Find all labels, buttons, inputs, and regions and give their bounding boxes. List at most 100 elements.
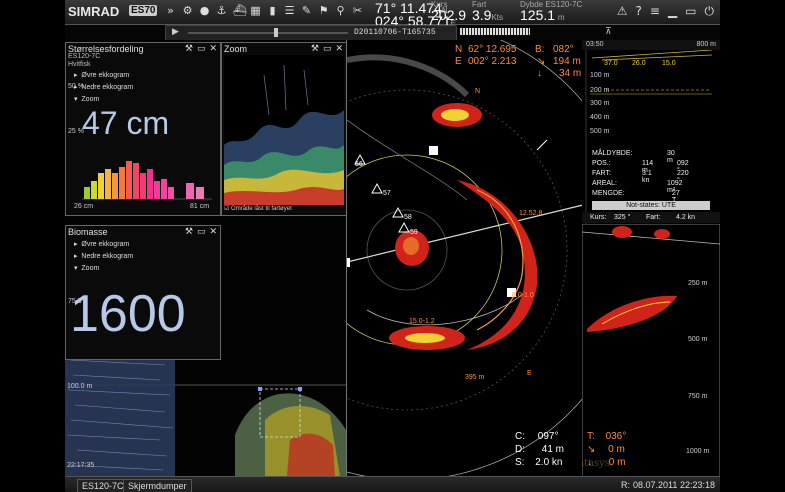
course-speed-bar: Kurs: 325 ° Fart: 4.2 kn [582, 212, 720, 223]
depth-arrow-icon: ↓ [537, 68, 542, 79]
menu-item-upper-echogram[interactable]: ▸ Øvre ekkogram [74, 240, 129, 248]
replay-bar[interactable]: ▶ D20110706-T165735 [165, 25, 457, 41]
bearing-label: B: [535, 44, 545, 55]
ring-range: 395 m [465, 374, 485, 381]
wrench-icon[interactable]: ⚒ [311, 44, 319, 54]
minimize-icon[interactable]: ▭ [323, 44, 332, 54]
settings-icon[interactable]: ⚙ [182, 4, 193, 17]
marker-59[interactable]: 59 [410, 229, 418, 236]
stat-key: AREAL: [592, 180, 617, 187]
distance-arrow-icon: ↘ [537, 56, 546, 67]
tool-icon[interactable]: ✂ [352, 4, 363, 17]
tab-screenshots[interactable]: Skjermdumper [123, 479, 192, 492]
warning-icon[interactable]: ⚠ [617, 4, 628, 18]
replay-slider-handle[interactable] [274, 28, 278, 37]
echo-icon[interactable]: ▦ [250, 4, 261, 17]
heading-value: 202.9 [431, 7, 467, 23]
range-label-b: 8.0-1.0 [512, 292, 534, 299]
heading-readout: Kurs 202.9 [431, 0, 466, 23]
sonar-view[interactable]: N 62° 12.695 B: 082° E 002° 2.213 ↘ 194 … [346, 40, 584, 478]
zoom-echogram[interactable] [224, 55, 344, 205]
x-axis-min: 26 cm [74, 203, 94, 210]
speed-unit: Kts [491, 13, 504, 22]
wrench-icon[interactable]: ⚒ [185, 44, 193, 54]
target-value: 036° [605, 431, 627, 442]
close-icon[interactable]: ✕ [209, 227, 217, 237]
kurs-value: 325 ° [614, 214, 631, 221]
minimize-icon[interactable]: ▭ [197, 44, 206, 54]
biomass-value: 1600 [70, 285, 186, 343]
panel-title: Biomasse [68, 227, 108, 237]
menu-item-zoom[interactable]: ▾ Zoom [74, 264, 99, 272]
sonar-plot[interactable] [347, 40, 583, 478]
tab-es120[interactable]: ES120-7C [77, 479, 129, 492]
target-distance: 0 m [608, 444, 625, 455]
kurs-label: Kurs: [590, 214, 607, 221]
distance-arrow-icon: ↘ [587, 444, 596, 455]
minimize-icon[interactable]: ▭ [197, 227, 206, 237]
speed-label: S: [515, 457, 525, 468]
target-latitude: 62° 12.695 [468, 44, 517, 55]
biomass-panel: Biomasse ⚒ ▭ ✕ ▸ Øvre ekkogram ▸ Nedre e… [65, 225, 221, 360]
stat-value: 30 m [667, 150, 675, 164]
panel-controls: ⚒ ▭ ✕ [185, 227, 217, 237]
menu-label: Øvre ekkogram [81, 72, 130, 79]
target-depth: 34 m [559, 68, 582, 79]
right-echogram-panel: 03:50 800 m 37.0 26.0 15.0 100 m 200 m 3… [582, 40, 720, 478]
top-toolbar: SIMRAD ES70 » ⚙ ● ⚓ ⛴ ▦ ▮ ☰ ✎ ⚑ ⚲ ✂ 71° … [65, 0, 720, 29]
restore-icon[interactable]: ▭ [685, 4, 696, 18]
stat-key: MÅLDYBDE: [592, 150, 633, 157]
fart-label: Fart: [646, 214, 661, 221]
record-icon[interactable]: ● [199, 4, 210, 17]
ship-icon[interactable]: ⛴ [233, 4, 247, 17]
menu-item-lower-echogram[interactable]: ▸ Nedre ekkogram [74, 252, 133, 260]
course-value: 097° [537, 431, 559, 442]
target-north-label: N [455, 44, 463, 55]
bookmark-icon[interactable]: ⚑ [318, 4, 329, 17]
menu-item-zoom[interactable]: ▾ Zoom [74, 95, 99, 103]
minimize-icon[interactable]: ▁ [668, 4, 677, 18]
wrench-icon[interactable]: ⚒ [185, 227, 193, 237]
power-icon[interactable]: ⏻ [705, 4, 715, 18]
course-label: C: [515, 431, 525, 442]
stat-key: FART: [592, 170, 611, 177]
anchor-icon[interactable]: ⚓ [216, 4, 227, 17]
close-icon[interactable]: ✕ [335, 44, 343, 54]
model-badge: ES70 [129, 5, 158, 16]
close-icon[interactable]: ✕ [209, 44, 217, 54]
replay-slider-track[interactable] [188, 32, 348, 34]
zoom-panel[interactable]: Zoom ⚒ ▭ ✕ ☑ Område låst til fartøyet [221, 42, 347, 216]
list-icon[interactable]: ≡ [650, 4, 660, 18]
depth-value: 125.1 [520, 7, 556, 23]
panel-controls: ⚒ ▭ ✕ [311, 44, 343, 54]
magnify-icon[interactable]: ⚲ [335, 4, 346, 17]
depth-tick-2: 200 m [590, 87, 610, 94]
depth-tick-3: 300 m [590, 100, 610, 107]
marker-56[interactable]: 56 [355, 161, 363, 168]
marker-57[interactable]: 57 [383, 190, 391, 197]
checkbox-label: Område låst til fartøyet [231, 206, 292, 212]
pen-icon[interactable]: ✎ [301, 4, 312, 17]
chevron-down-icon[interactable]: » [165, 4, 176, 17]
lock-checkbox[interactable]: ☑ Område låst til fartøyet [224, 205, 292, 212]
play-icon[interactable]: ▶ [172, 27, 179, 37]
depth-unit: m [557, 13, 565, 22]
menu-item-upper-echogram[interactable]: ▸ Øvre ekkogram [74, 71, 129, 79]
sliders-icon[interactable]: ☰ [284, 4, 295, 17]
distance-value: 194 m [553, 56, 581, 67]
x-axis-max: 81 cm [190, 203, 210, 210]
depth-tick-4: 400 m [590, 114, 610, 121]
menu-label: Øvre ekkogram [81, 241, 130, 248]
target-label: T: [587, 431, 595, 442]
bars-icon[interactable]: ▮ [267, 4, 278, 17]
compass-east: E [527, 370, 532, 377]
scale-3: 15.0 [662, 60, 676, 67]
pin-icon[interactable]: ⊼ [605, 27, 612, 37]
vessel-readout: C: 097° D: 41 m S: 2.0 kn [515, 430, 564, 469]
marker-58[interactable]: 58 [404, 214, 412, 221]
range-label-c: 15.0-1.2 [409, 318, 435, 325]
help-icon[interactable]: ? [635, 4, 641, 18]
range-label-a: 12.52.8 [519, 210, 543, 217]
panel-subtitle-1: ES120-7C [68, 53, 101, 60]
sonar-application: SIMRAD ES70 » ⚙ ● ⚓ ⛴ ▦ ▮ ☰ ✎ ⚑ ⚲ ✂ 71° … [65, 0, 720, 492]
